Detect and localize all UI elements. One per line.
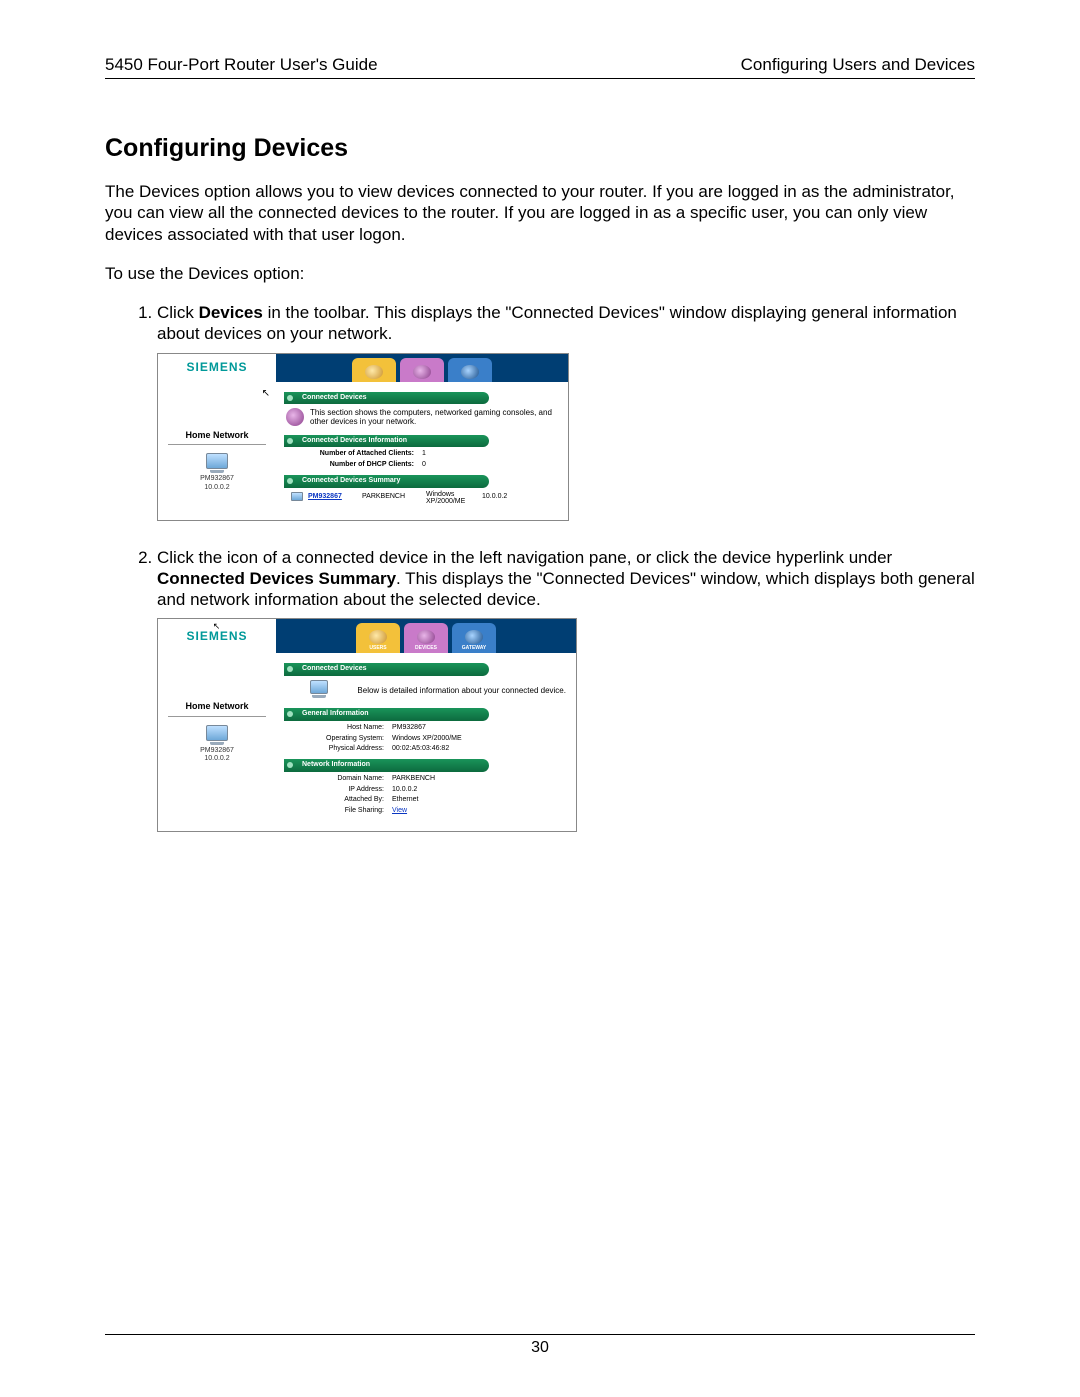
description-text: Below is detailed information about your… xyxy=(357,686,566,695)
tab-users[interactable]: USERS xyxy=(356,623,400,653)
step-1: Click Devices in the toolbar. This displ… xyxy=(157,302,975,521)
kv-operating-system: Operating System:Windows XP/2000/ME xyxy=(284,734,568,745)
intro-paragraph: The Devices option allows you to view de… xyxy=(105,181,975,245)
sidebar-device-name: PM932867 xyxy=(164,475,270,484)
sidebar-heading: Home Network xyxy=(168,701,266,716)
sidebar-device-ip: 10.0.0.2 xyxy=(164,484,270,493)
device-summary-row: PM932867 PARKBENCH Windows XP/2000/ME 10… xyxy=(284,490,560,506)
tab-gateway[interactable]: GATEWAY xyxy=(448,358,492,382)
tab-users[interactable]: USERS xyxy=(352,358,396,382)
step2-pre: Click the icon of a connected device in … xyxy=(157,548,892,567)
section-network-information: Network Information xyxy=(284,759,489,772)
file-sharing-view-link[interactable]: View xyxy=(392,807,407,816)
kv-val: 1 xyxy=(422,450,426,459)
header-right: Configuring Users and Devices xyxy=(741,55,975,75)
screenshot-connected-device-detail: ↖ SIEMENS USERS DEVICES GATEWAY Home Net… xyxy=(157,618,577,832)
page-footer: 30 xyxy=(105,1334,975,1357)
users-icon xyxy=(365,365,383,379)
step1-pre: Click xyxy=(157,303,199,322)
steps-list: Click Devices in the toolbar. This displ… xyxy=(105,302,975,832)
page-number: 30 xyxy=(531,1339,549,1356)
tab-users-label: USERS xyxy=(369,645,386,651)
step-2: Click the icon of a connected device in … xyxy=(157,547,975,832)
screenshot1-header: SIEMENS USERS DEVICES GATEWAY xyxy=(158,354,568,382)
kv-domain-name: Domain Name:PARKBENCH xyxy=(284,774,568,785)
monitor-icon xyxy=(204,453,230,473)
section-connected-devices-info: Connected Devices Information xyxy=(284,435,489,448)
kv-attached-clients: Number of Attached Clients: 1 xyxy=(284,449,560,460)
sidebar-device-ip: 10.0.0.2 xyxy=(164,755,270,764)
step1-bold: Devices xyxy=(199,303,263,322)
tab-devices[interactable]: DEVICES xyxy=(404,623,448,653)
description-text: This section shows the computers, networ… xyxy=(310,408,558,426)
description-row: Below is detailed information about your… xyxy=(284,678,568,704)
kv-physical-address: Physical Address:00:02:A5:03:46:82 xyxy=(284,744,568,755)
device-ip: 10.0.0.2 xyxy=(482,493,526,502)
devices-icon xyxy=(417,630,435,644)
kv-key: Number of Attached Clients: xyxy=(304,450,422,459)
screenshot2-header: ↖ SIEMENS USERS DEVICES GATEWAY xyxy=(158,619,576,653)
tab-devices-label: DEVICES xyxy=(415,645,437,651)
cursor-icon: ↖ xyxy=(164,388,270,398)
screenshot-connected-devices-list: SIEMENS USERS DEVICES GATEWAY ↖ Home Net… xyxy=(157,353,569,521)
tabs-bar: USERS DEVICES GATEWAY xyxy=(276,354,568,382)
step2-bold: Connected Devices Summary xyxy=(157,569,396,588)
device-domain: PARKBENCH xyxy=(362,493,426,502)
tab-devices[interactable]: DEVICES xyxy=(400,358,444,382)
step1-post: in the toolbar. This displays the "Conne… xyxy=(157,303,957,343)
monitor-icon xyxy=(204,725,230,745)
device-link[interactable]: PM932867 xyxy=(308,493,362,502)
users-icon xyxy=(369,630,387,644)
sidebar: ↖ Home Network PM932867 10.0.0.2 xyxy=(158,382,276,520)
devices-icon xyxy=(413,365,431,379)
kv-file-sharing: File Sharing:View xyxy=(284,806,568,817)
screenshot2-body: Home Network PM932867 10.0.0.2 Connected… xyxy=(158,653,576,831)
document-page: 5450 Four-Port Router User's Guide Confi… xyxy=(0,0,1080,1397)
sidebar-device-name: PM932867 xyxy=(164,747,270,756)
sidebar-heading: Home Network xyxy=(168,430,266,445)
section-general-information: General Information xyxy=(284,708,489,721)
section-connected-devices: Connected Devices xyxy=(284,392,489,405)
description-row: This section shows the computers, networ… xyxy=(284,406,560,430)
kv-host-name: Host Name:PM932867 xyxy=(284,723,568,734)
kv-attached-by: Attached By:Ethernet xyxy=(284,795,568,806)
section-connected-devices-summary: Connected Devices Summary xyxy=(284,475,489,488)
gear-icon xyxy=(286,408,304,426)
gateway-icon xyxy=(465,630,483,644)
kv-ip-address: IP Address:10.0.0.2 xyxy=(284,785,568,796)
kv-val: 0 xyxy=(422,461,426,470)
sidebar-device[interactable]: PM932867 10.0.0.2 xyxy=(164,453,270,493)
siemens-logo: ↖ SIEMENS xyxy=(158,619,276,653)
sidebar-device[interactable]: PM932867 10.0.0.2 xyxy=(164,725,270,765)
device-os: Windows XP/2000/ME xyxy=(426,491,482,505)
lead-paragraph: To use the Devices option: xyxy=(105,263,975,284)
content-pane: Connected Devices This section shows the… xyxy=(276,382,568,520)
monitor-icon xyxy=(308,680,330,698)
kv-key: Number of DHCP Clients: xyxy=(304,461,422,470)
gateway-icon xyxy=(461,365,479,379)
header-left: 5450 Four-Port Router User's Guide xyxy=(105,55,378,75)
sidebar: Home Network PM932867 10.0.0.2 xyxy=(158,653,276,831)
tab-gateway-label: GATEWAY xyxy=(462,645,486,651)
section-connected-devices: Connected Devices xyxy=(284,663,489,676)
tabs-bar: USERS DEVICES GATEWAY xyxy=(276,619,576,653)
siemens-logo: SIEMENS xyxy=(158,354,276,382)
page-header: 5450 Four-Port Router User's Guide Confi… xyxy=(105,55,975,79)
content-pane: Connected Devices Below is detailed info… xyxy=(276,653,576,831)
screenshot1-body: ↖ Home Network PM932867 10.0.0.2 Connect… xyxy=(158,382,568,520)
kv-dhcp-clients: Number of DHCP Clients: 0 xyxy=(284,460,560,471)
section-title: Configuring Devices xyxy=(105,134,975,163)
tab-gateway[interactable]: GATEWAY xyxy=(452,623,496,653)
monitor-icon xyxy=(290,492,304,503)
cursor-icon: ↖ xyxy=(213,621,222,632)
